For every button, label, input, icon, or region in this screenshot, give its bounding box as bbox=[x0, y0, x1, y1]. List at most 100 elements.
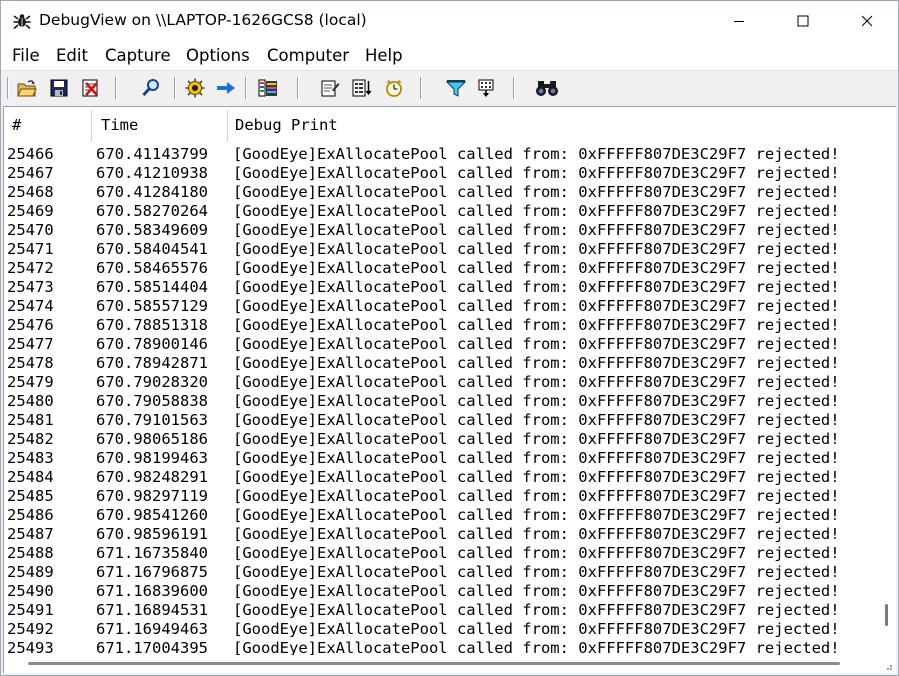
menu-capture[interactable]: Capture bbox=[105, 46, 171, 65]
log-row-number: 25480 bbox=[7, 392, 54, 410]
log-row-number: 25466 bbox=[7, 145, 54, 163]
close-icon bbox=[861, 15, 873, 27]
log-row-message: [GoodEye]ExAllocatePool called from: 0xF… bbox=[233, 620, 840, 638]
log-row-time: 671.16735840 bbox=[96, 544, 208, 562]
menu-help[interactable]: Help bbox=[365, 46, 403, 65]
filter-icon bbox=[446, 80, 466, 97]
log-row[interactable]: 25489 671.16796875 [GoodEye]ExAllocatePool… bbox=[4, 563, 877, 582]
vertical-scrollbar-thumb[interactable] bbox=[885, 604, 888, 626]
log-row[interactable]: 25466 670.41143799 [GoodEye]ExAllocatePool… bbox=[4, 145, 877, 164]
highlight-icon bbox=[258, 79, 277, 97]
column-divider[interactable] bbox=[227, 110, 228, 142]
clear-display-button[interactable] bbox=[79, 77, 101, 99]
log-row-message: [GoodEye]ExAllocatePool called from: 0xF… bbox=[233, 392, 840, 410]
log-row-time: 670.98596191 bbox=[96, 525, 208, 543]
log-row-time: 670.98199463 bbox=[96, 449, 208, 467]
log-row[interactable]: 25490 671.16839600 [GoodEye]ExAllocatePool… bbox=[4, 582, 877, 601]
log-row-number: 25482 bbox=[7, 430, 54, 448]
log-row[interactable]: 25476 670.78851318 [GoodEye]ExAllocatePool… bbox=[4, 316, 877, 335]
log-row[interactable]: 25485 670.98297119 [GoodEye]ExAllocatePool… bbox=[4, 487, 877, 506]
log-row[interactable]: 25487 670.98596191 [GoodEye]ExAllocatePool… bbox=[4, 525, 877, 544]
highlight-button[interactable] bbox=[257, 77, 279, 99]
minimize-button[interactable] bbox=[716, 1, 762, 41]
save-button[interactable] bbox=[48, 77, 70, 99]
capture-button[interactable] bbox=[184, 77, 206, 99]
log-row[interactable]: 25483 670.98199463 [GoodEye]ExAllocatePool… bbox=[4, 449, 877, 468]
history-depth-button[interactable] bbox=[319, 77, 341, 99]
time-format-button[interactable] bbox=[351, 77, 373, 99]
log-row-message: [GoodEye]ExAllocatePool called from: 0xF… bbox=[233, 544, 840, 562]
log-row-time: 670.98297119 bbox=[96, 487, 208, 505]
search-button[interactable] bbox=[536, 77, 558, 99]
log-row[interactable]: 25492 671.16949463 [GoodEye]ExAllocatePool… bbox=[4, 620, 877, 639]
clock-icon bbox=[386, 80, 402, 97]
log-row[interactable]: 25482 670.98065186 [GoodEye]ExAllocatePool… bbox=[4, 430, 877, 449]
log-row[interactable]: 25470 670.58349609 [GoodEye]ExAllocatePool… bbox=[4, 221, 877, 240]
log-row-number: 25489 bbox=[7, 563, 54, 581]
log-row[interactable]: 25468 670.41284180 [GoodEye]ExAllocatePool… bbox=[4, 183, 877, 202]
log-row[interactable]: 25473 670.58514404 [GoodEye]ExAllocatePool… bbox=[4, 278, 877, 297]
log-row-time: 670.58557129 bbox=[96, 297, 208, 315]
toolbar-separator bbox=[245, 77, 247, 99]
clock-time-button[interactable] bbox=[383, 77, 405, 99]
log-row-number: 25478 bbox=[7, 354, 54, 372]
column-header-time[interactable]: Time bbox=[101, 107, 138, 144]
log-row-time: 670.98248291 bbox=[96, 468, 208, 486]
log-row-number: 25470 bbox=[7, 221, 54, 239]
log-row-message: [GoodEye]ExAllocatePool called from: 0xF… bbox=[233, 164, 840, 182]
log-row-number: 25488 bbox=[7, 544, 54, 562]
menu-computer[interactable]: Computer bbox=[267, 46, 349, 65]
log-row-message: [GoodEye]ExAllocatePool called from: 0xF… bbox=[233, 183, 840, 201]
vertical-scrollbar[interactable] bbox=[877, 107, 895, 655]
log-row-time: 670.78851318 bbox=[96, 316, 208, 334]
open-button[interactable] bbox=[16, 77, 38, 99]
close-button[interactable] bbox=[844, 1, 890, 41]
log-row-message: [GoodEye]ExAllocatePool called from: 0xF… bbox=[233, 582, 840, 600]
title-bar[interactable]: DebugView on \\LAPTOP-1626GCS8 (local) bbox=[1, 1, 898, 41]
log-row[interactable]: 25474 670.58557129 [GoodEye]ExAllocatePool… bbox=[4, 297, 877, 316]
menu-file[interactable]: File bbox=[12, 46, 40, 65]
log-row-number: 25472 bbox=[7, 259, 54, 277]
log-row-time: 670.79028320 bbox=[96, 373, 208, 391]
log-row[interactable]: 25467 670.41210938 [GoodEye]ExAllocatePool… bbox=[4, 164, 877, 183]
horizontal-scrollbar[interactable] bbox=[4, 655, 877, 672]
log-row[interactable]: 25491 671.16894531 [GoodEye]ExAllocatePool… bbox=[4, 601, 877, 620]
log-row-number: 25477 bbox=[7, 335, 54, 353]
column-header-debug-print[interactable]: Debug Print bbox=[235, 107, 338, 144]
log-row[interactable]: 25488 671.16735840 [GoodEye]ExAllocatePool… bbox=[4, 544, 877, 563]
find-button[interactable] bbox=[140, 77, 162, 99]
log-row[interactable]: 25479 670.79028320 [GoodEye]ExAllocatePool… bbox=[4, 373, 877, 392]
log-row-time: 670.41210938 bbox=[96, 164, 208, 182]
log-row-time: 670.78942871 bbox=[96, 354, 208, 372]
log-row[interactable]: 25480 670.79058838 [GoodEye]ExAllocatePool… bbox=[4, 392, 877, 411]
autoscroll-button[interactable] bbox=[215, 77, 237, 99]
log-row[interactable]: 25484 670.98248291 [GoodEye]ExAllocatePool… bbox=[4, 468, 877, 487]
log-row[interactable]: 25486 670.98541260 [GoodEye]ExAllocatePool… bbox=[4, 506, 877, 525]
log-row-number: 25485 bbox=[7, 487, 54, 505]
log-row[interactable]: 25471 670.58404541 [GoodEye]ExAllocatePool… bbox=[4, 240, 877, 259]
log-row-number: 25486 bbox=[7, 506, 54, 524]
log-row-message: [GoodEye]ExAllocatePool called from: 0xF… bbox=[233, 487, 840, 505]
log-row[interactable]: 25481 670.79101563 [GoodEye]ExAllocatePool… bbox=[4, 411, 877, 430]
filter-button[interactable] bbox=[445, 77, 467, 99]
log-row-number: 25468 bbox=[7, 183, 54, 201]
log-row[interactable]: 25477 670.78900146 [GoodEye]ExAllocatePool… bbox=[4, 335, 877, 354]
log-row-message: [GoodEye]ExAllocatePool called from: 0xF… bbox=[233, 563, 840, 581]
column-divider[interactable] bbox=[91, 110, 92, 142]
column-header-number[interactable]: # bbox=[12, 107, 21, 144]
maximize-button[interactable] bbox=[780, 1, 826, 41]
menu-edit[interactable]: Edit bbox=[56, 46, 88, 65]
log-row-time: 671.16839600 bbox=[96, 582, 208, 600]
log-row[interactable]: 25469 670.58270264 [GoodEye]ExAllocatePool… bbox=[4, 202, 877, 221]
menu-options[interactable]: Options bbox=[186, 46, 250, 65]
log-boot-icon bbox=[478, 79, 494, 97]
log-list[interactable]: # Time Debug Print 25466 670.41143799 [Goo… bbox=[3, 106, 896, 673]
log-row[interactable]: 25478 670.78942871 [GoodEye]ExAllocatePool… bbox=[4, 354, 877, 373]
log-boot-button[interactable] bbox=[475, 77, 497, 99]
log-row-time: 670.41143799 bbox=[96, 145, 208, 163]
horizontal-scrollbar-thumb[interactable] bbox=[28, 662, 840, 665]
log-row-number: 25490 bbox=[7, 582, 54, 600]
log-row[interactable]: 25472 670.58465576 [GoodEye]ExAllocatePool… bbox=[4, 259, 877, 278]
resize-grip[interactable] bbox=[877, 655, 895, 672]
log-row-number: 25474 bbox=[7, 297, 54, 315]
